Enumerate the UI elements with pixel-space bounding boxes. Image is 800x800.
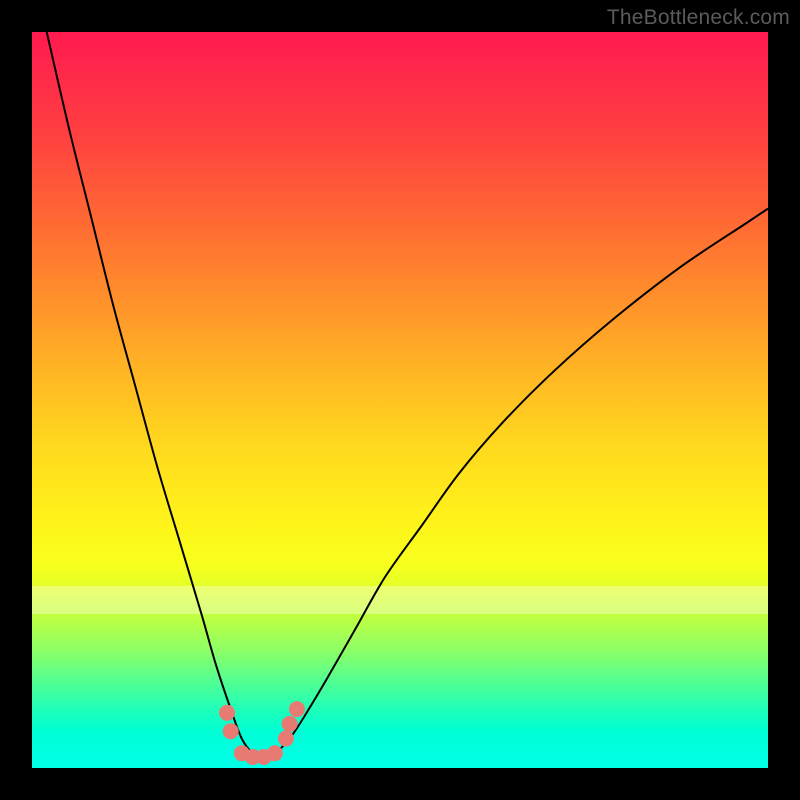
highlight-dot — [282, 716, 298, 732]
chart-frame: TheBottleneck.com — [0, 0, 800, 800]
highlight-dot — [278, 731, 294, 747]
highlight-dot — [289, 701, 305, 717]
highlight-dot — [234, 745, 250, 761]
highlight-dot — [245, 749, 261, 765]
bottleneck-curve — [47, 32, 768, 757]
highlight-dots — [219, 701, 305, 765]
plot-area — [32, 32, 768, 768]
highlight-band — [32, 586, 768, 614]
highlight-dot — [256, 749, 272, 765]
highlight-dot — [219, 705, 235, 721]
chart-svg — [32, 32, 768, 768]
highlight-dot — [267, 745, 283, 761]
highlight-dot — [223, 723, 239, 739]
attribution-text: TheBottleneck.com — [607, 6, 790, 30]
